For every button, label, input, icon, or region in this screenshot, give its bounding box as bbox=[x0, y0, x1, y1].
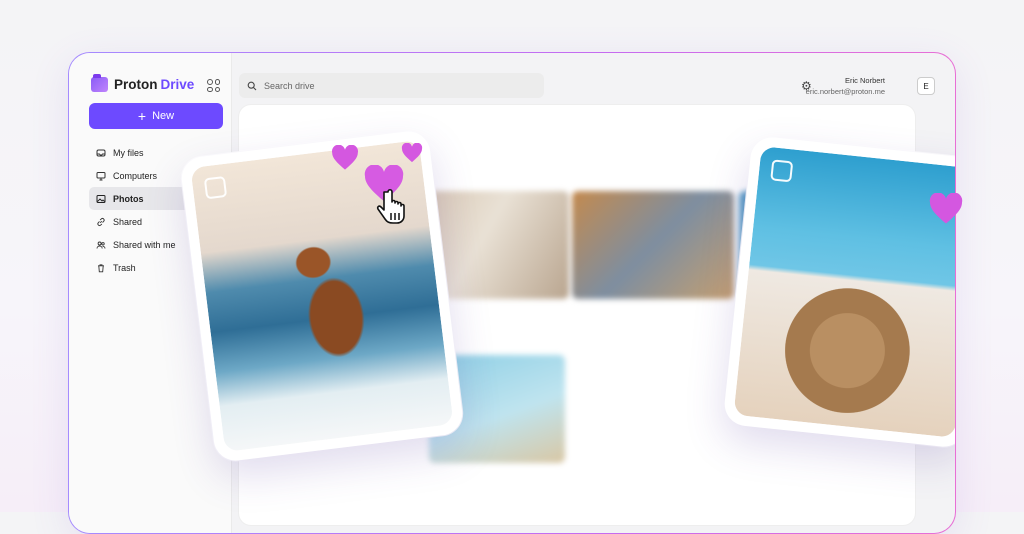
users-icon bbox=[96, 241, 106, 249]
new-button[interactable]: + New bbox=[89, 103, 223, 129]
image-icon bbox=[96, 194, 106, 203]
heart-icon bbox=[332, 145, 358, 170]
app-name-proton: Proton bbox=[114, 77, 158, 92]
album-tile-blurred bbox=[429, 191, 569, 299]
trash-icon bbox=[98, 263, 104, 272]
photo-card-hat[interactable] bbox=[722, 135, 955, 449]
user-name: Eric Norbert bbox=[844, 76, 885, 85]
app-window: Proton Drive + New My files Computers Pho… bbox=[68, 52, 956, 534]
search-input[interactable]: Search drive bbox=[239, 73, 544, 98]
link-icon bbox=[97, 217, 105, 226]
sunhat-pool-photo[interactable] bbox=[733, 146, 955, 438]
album-tile-blurred bbox=[572, 191, 734, 299]
folder-logo-icon bbox=[91, 74, 108, 92]
plus-icon: + bbox=[137, 108, 147, 124]
sidebar-item-label: Shared with me bbox=[113, 239, 176, 250]
photo-card-dog[interactable] bbox=[179, 128, 465, 464]
sidebar-item-label: Trash bbox=[113, 262, 136, 273]
apps-grid-icon[interactable] bbox=[207, 79, 220, 92]
avatar[interactable]: E bbox=[917, 77, 935, 95]
sidebar-item-label: My files bbox=[113, 147, 144, 158]
search-placeholder: Search drive bbox=[264, 80, 315, 91]
search-icon bbox=[247, 81, 257, 90]
user-email: eric.norbert@proton.me bbox=[805, 87, 885, 96]
heart-icon bbox=[929, 193, 963, 224]
app-name-drive: Drive bbox=[160, 77, 195, 92]
sidebar-item-label: Photos bbox=[113, 193, 144, 204]
sidebar-item-label: Computers bbox=[113, 170, 158, 181]
select-checkbox[interactable] bbox=[203, 175, 228, 200]
user-info[interactable]: Eric Norbert eric.norbert@proton.me bbox=[806, 75, 885, 97]
heart-icon bbox=[401, 143, 423, 163]
monitor-icon bbox=[96, 171, 106, 180]
dog-beach-photo[interactable] bbox=[190, 140, 454, 452]
proton-drive-logo[interactable]: Proton Drive bbox=[91, 74, 195, 92]
select-checkbox[interactable] bbox=[770, 159, 794, 183]
new-button-label: New bbox=[152, 110, 175, 122]
sidebar-item-label: Shared bbox=[113, 216, 143, 227]
inbox-icon bbox=[96, 149, 106, 156]
hand-cursor-icon bbox=[376, 188, 405, 224]
